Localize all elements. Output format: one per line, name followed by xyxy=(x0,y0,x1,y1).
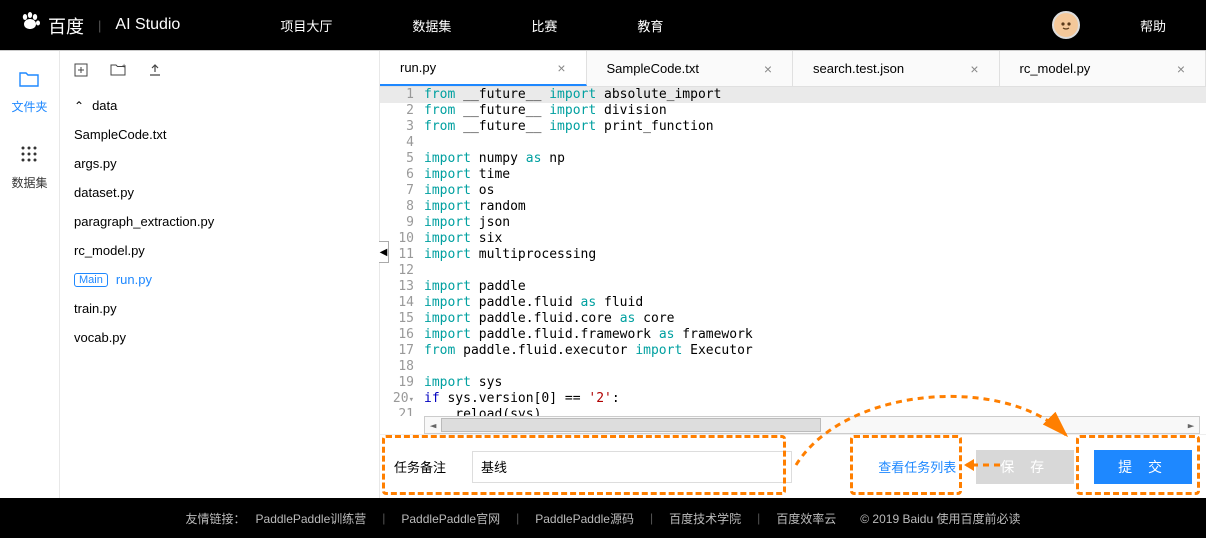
close-icon[interactable]: × xyxy=(970,61,978,77)
avatar[interactable] xyxy=(1052,11,1080,39)
code-line[interactable]: 21 reload(sys) xyxy=(380,407,1206,416)
tab-run-py[interactable]: run.py × xyxy=(380,51,587,86)
nav-datasets[interactable]: 数据集 xyxy=(412,16,451,35)
dataset-icon xyxy=(20,145,38,168)
baidu-text: 百度 xyxy=(48,11,84,39)
footer-link[interactable]: 百度技术学院 xyxy=(669,510,741,527)
horizontal-scrollbar[interactable]: ◄ ► xyxy=(424,416,1200,434)
code-line[interactable]: 17from paddle.fluid.executor import Exec… xyxy=(380,343,1206,359)
top-nav: 项目大厅 数据集 比赛 教育 xyxy=(280,16,663,35)
code-line[interactable]: 12 xyxy=(380,263,1206,279)
side-nav: 文件夹 数据集 xyxy=(0,51,60,498)
file-tree: ⌃ data SampleCode.txt args.py dataset.py… xyxy=(60,91,379,352)
footer-label: 友情链接： xyxy=(186,510,246,527)
footer: 友情链接： PaddlePaddle训练营| PaddlePaddle官网| P… xyxy=(0,498,1206,538)
tab-search-json[interactable]: search.test.json × xyxy=(793,51,1000,86)
new-file-icon[interactable] xyxy=(74,63,88,81)
scroll-left-icon[interactable]: ◄ xyxy=(425,419,441,432)
scroll-thumb[interactable] xyxy=(441,418,821,432)
new-folder-icon[interactable]: + xyxy=(110,63,126,81)
side-files[interactable]: 文件夹 xyxy=(11,71,47,115)
tree-file[interactable]: vocab.py xyxy=(60,323,379,352)
footer-link[interactable]: PaddlePaddle官网 xyxy=(401,510,500,527)
tree-file[interactable]: dataset.py xyxy=(60,178,379,207)
tab-rc-model[interactable]: rc_model.py × xyxy=(1000,51,1206,86)
paw-icon xyxy=(18,10,42,40)
code-editor[interactable]: 1from __future__ import absolute_import2… xyxy=(380,87,1206,434)
main-badge: Main xyxy=(74,273,108,287)
code-line[interactable]: 13import paddle xyxy=(380,279,1206,295)
task-remark-input[interactable] xyxy=(472,451,792,483)
code-line[interactable]: 18 xyxy=(380,359,1206,375)
editor-tabs: run.py × SampleCode.txt × search.test.js… xyxy=(380,51,1206,87)
action-bar: 任务备注 查看任务列表 保 存 提 交 xyxy=(380,434,1206,498)
tree-file[interactable]: rc_model.py xyxy=(60,236,379,265)
ai-studio-text: AI Studio xyxy=(115,16,180,34)
side-files-label: 文件夹 xyxy=(11,98,47,115)
tree-file[interactable]: SampleCode.txt xyxy=(60,120,379,149)
tab-samplecode[interactable]: SampleCode.txt × xyxy=(587,51,794,86)
code-line[interactable]: 20▾if sys.version[0] == '2': xyxy=(380,391,1206,407)
folder-icon xyxy=(19,71,39,92)
svg-text:+: + xyxy=(122,63,126,70)
code-line[interactable]: 7import os xyxy=(380,183,1206,199)
side-datasets[interactable]: 数据集 xyxy=(11,145,47,191)
code-line[interactable]: 11import multiprocessing xyxy=(380,247,1206,263)
code-line[interactable]: 1from __future__ import absolute_import xyxy=(380,87,1206,103)
code-line[interactable]: 19import sys xyxy=(380,375,1206,391)
footer-link[interactable]: PaddlePaddle源码 xyxy=(535,510,634,527)
save-button[interactable]: 保 存 xyxy=(976,450,1074,484)
nav-project-hall[interactable]: 项目大厅 xyxy=(280,16,332,35)
header: 百度 | AI Studio 项目大厅 数据集 比赛 教育 帮助 xyxy=(0,0,1206,50)
chevron-down-icon: ⌃ xyxy=(74,99,84,113)
code-line[interactable]: 8import random xyxy=(380,199,1206,215)
code-line[interactable]: 10import six xyxy=(380,231,1206,247)
file-panel: + ⌃ data SampleCode.txt args.py dataset.… xyxy=(60,51,380,498)
nav-competitions[interactable]: 比赛 xyxy=(531,16,557,35)
close-icon[interactable]: × xyxy=(557,60,565,76)
code-line[interactable]: 15import paddle.fluid.core as core xyxy=(380,311,1206,327)
footer-copy: © 2019 Baidu 使用百度前必读 xyxy=(860,510,1020,527)
close-icon[interactable]: × xyxy=(1177,61,1185,77)
tree-file[interactable]: train.py xyxy=(60,294,379,323)
submit-button[interactable]: 提 交 xyxy=(1094,450,1192,484)
nav-education[interactable]: 教育 xyxy=(637,16,663,35)
file-toolbar: + xyxy=(60,63,379,91)
tree-folder-data[interactable]: ⌃ data xyxy=(60,91,379,120)
upload-icon[interactable] xyxy=(148,63,162,81)
code-line[interactable]: 2from __future__ import division xyxy=(380,103,1206,119)
nav-help[interactable]: 帮助 xyxy=(1140,16,1166,35)
view-task-list-link[interactable]: 查看任务列表 xyxy=(878,457,956,476)
footer-link[interactable]: PaddlePaddle训练营 xyxy=(256,510,367,527)
folder-name: data xyxy=(92,98,117,113)
code-line[interactable]: 16import paddle.fluid.framework as frame… xyxy=(380,327,1206,343)
task-remark-label: 任务备注 xyxy=(394,457,446,476)
logo[interactable]: 百度 | AI Studio xyxy=(18,10,180,40)
code-line[interactable]: 3from __future__ import print_function xyxy=(380,119,1206,135)
side-datasets-label: 数据集 xyxy=(11,174,47,191)
code-line[interactable]: 6import time xyxy=(380,167,1206,183)
tree-file-main[interactable]: Main run.py xyxy=(60,265,379,294)
code-line[interactable]: 4 xyxy=(380,135,1206,151)
divider: | xyxy=(98,18,101,33)
code-line[interactable]: 14import paddle.fluid as fluid xyxy=(380,295,1206,311)
code-line[interactable]: 5import numpy as np xyxy=(380,151,1206,167)
collapse-panel-button[interactable]: ◀ xyxy=(379,241,389,263)
tree-file[interactable]: args.py xyxy=(60,149,379,178)
header-right: 帮助 xyxy=(1052,11,1206,39)
footer-link[interactable]: 百度效率云 xyxy=(776,510,836,527)
scroll-right-icon[interactable]: ► xyxy=(1183,419,1199,432)
tree-file[interactable]: paragraph_extraction.py xyxy=(60,207,379,236)
code-line[interactable]: 9import json xyxy=(380,215,1206,231)
close-icon[interactable]: × xyxy=(764,61,772,77)
